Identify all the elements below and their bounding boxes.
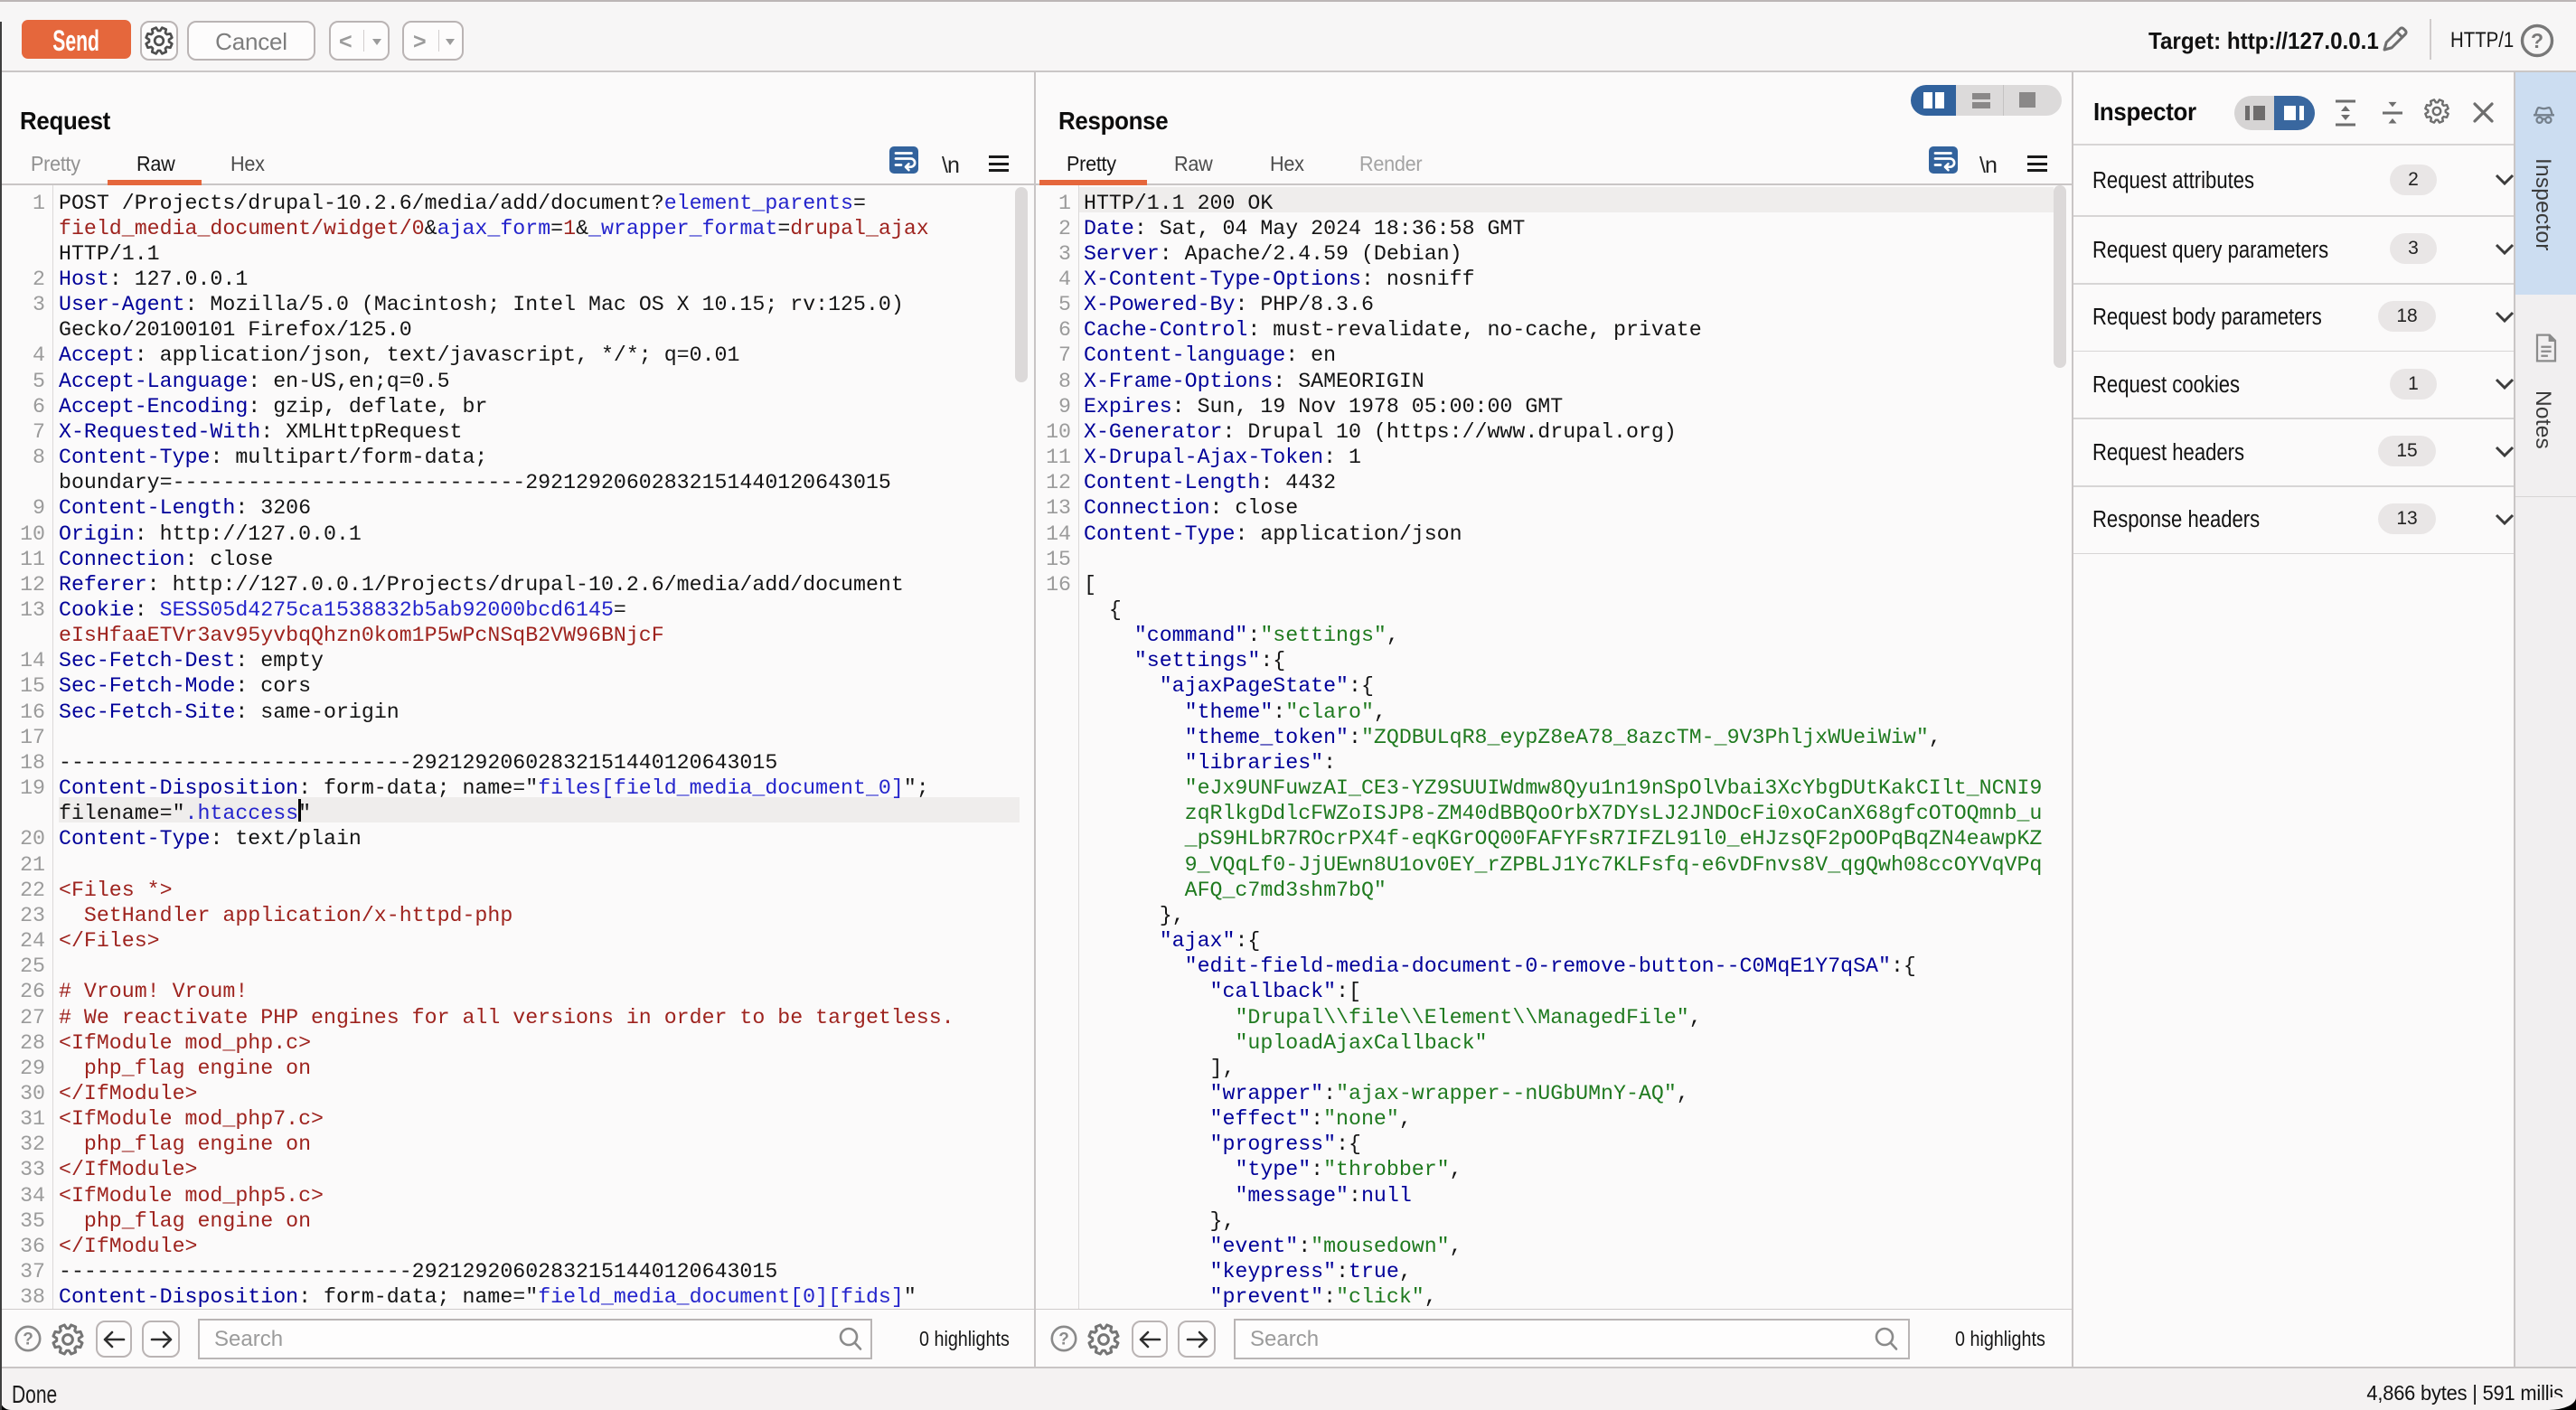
svg-text:?: ? bbox=[23, 1330, 33, 1349]
svg-text:?: ? bbox=[2531, 29, 2543, 52]
svg-text:?: ? bbox=[1058, 1330, 1069, 1349]
